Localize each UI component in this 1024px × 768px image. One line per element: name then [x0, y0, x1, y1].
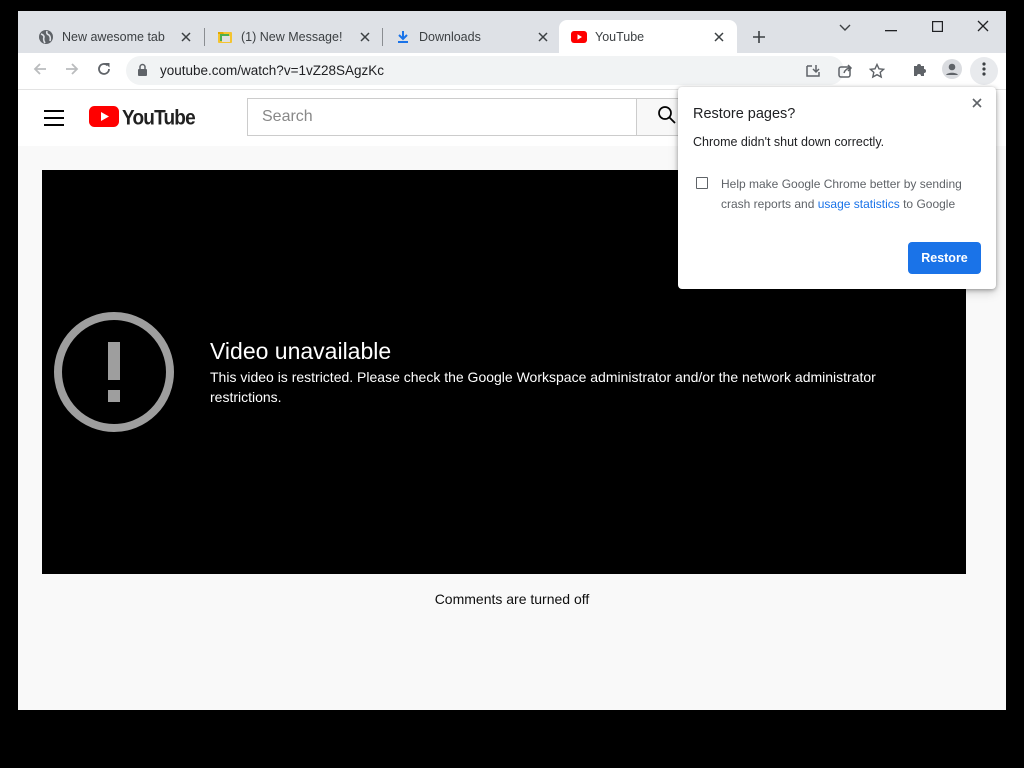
- search-box: [247, 98, 637, 136]
- close-tab-icon[interactable]: [178, 29, 194, 45]
- comments-status: Comments are turned off: [434, 591, 590, 607]
- lock-icon[interactable]: [137, 63, 148, 82]
- label-text-end: to Google: [899, 197, 956, 211]
- maximize-button[interactable]: [914, 15, 960, 41]
- tab-strip: New awesome tab (1) New Message! Downloa…: [18, 11, 1006, 53]
- search-icon: [657, 105, 677, 130]
- dialog-close-button[interactable]: [968, 95, 986, 113]
- close-window-button[interactable]: [960, 15, 1006, 41]
- close-icon: [972, 95, 982, 113]
- address-bar[interactable]: youtube.com/watch?v=1vZ28SAgzKc: [126, 56, 885, 85]
- extensions-button[interactable]: [908, 59, 932, 83]
- exclamation-circle-icon: [54, 312, 174, 437]
- close-tab-icon[interactable]: [535, 29, 551, 45]
- minimize-button[interactable]: [868, 15, 914, 41]
- profile-button[interactable]: [940, 58, 964, 84]
- error-message: This video is restricted. Please check t…: [210, 369, 876, 405]
- folder-icon: [217, 29, 233, 45]
- error-title: Video unavailable: [210, 338, 392, 364]
- tab-new-message[interactable]: (1) New Message!: [197, 20, 383, 53]
- tab-label: Downloads: [419, 29, 481, 44]
- tab-search-button[interactable]: [822, 15, 868, 41]
- back-button[interactable]: [28, 59, 52, 83]
- tab-new-awesome-tab[interactable]: New awesome tab: [18, 20, 204, 53]
- minimize-icon: [885, 19, 897, 37]
- reload-button[interactable]: [92, 59, 116, 83]
- new-tab-button[interactable]: [748, 26, 770, 48]
- youtube-icon: [571, 29, 587, 45]
- reload-icon: [96, 61, 112, 82]
- crash-reports-checkbox[interactable]: [696, 177, 708, 189]
- crash-reports-label: Help make Google Chrome better by sendin…: [721, 174, 976, 214]
- avatar: [942, 58, 962, 84]
- tab-youtube[interactable]: YouTube: [559, 20, 737, 53]
- arrow-right-icon: [64, 61, 80, 82]
- dialog-title: Restore pages?: [693, 106, 796, 122]
- browser-toolbar: youtube.com/watch?v=1vZ28SAgzKc: [18, 53, 1006, 90]
- download-icon: [395, 29, 411, 45]
- puzzle-icon: [912, 61, 928, 82]
- browser-window: New awesome tab (1) New Message! Downloa…: [18, 11, 1006, 710]
- arrow-left-icon: [32, 61, 48, 82]
- close-tab-icon[interactable]: [711, 29, 727, 45]
- install-icon[interactable]: [802, 60, 824, 82]
- restore-button[interactable]: Restore: [908, 242, 981, 274]
- url-text[interactable]: youtube.com/watch?v=1vZ28SAgzKc: [160, 63, 384, 78]
- more-vertical-icon: [982, 61, 986, 81]
- tab-label: New awesome tab: [62, 29, 165, 44]
- browser-menu-button[interactable]: [970, 57, 998, 85]
- usage-statistics-link[interactable]: usage statistics: [818, 197, 900, 211]
- tab-label: (1) New Message!: [241, 29, 343, 44]
- bookmark-star-icon[interactable]: [866, 60, 888, 82]
- restore-pages-dialog: Restore pages? Chrome didn't shut down c…: [678, 87, 996, 289]
- chevron-down-icon: [839, 19, 851, 37]
- close-tab-icon[interactable]: [357, 29, 373, 45]
- dialog-message: Chrome didn't shut down correctly.: [693, 135, 885, 149]
- tab-downloads[interactable]: Downloads: [375, 20, 561, 53]
- menu-icon[interactable]: [44, 110, 64, 126]
- search-input[interactable]: [260, 99, 624, 135]
- globe-icon: [38, 29, 54, 45]
- youtube-play-icon: [89, 106, 119, 132]
- forward-button[interactable]: [60, 59, 84, 83]
- youtube-logo[interactable]: YouTube: [89, 106, 196, 132]
- maximize-icon: [931, 19, 943, 37]
- youtube-wordmark: YouTube: [122, 106, 196, 131]
- close-icon: [977, 19, 989, 37]
- share-icon[interactable]: [834, 60, 856, 82]
- tab-label: YouTube: [595, 29, 645, 44]
